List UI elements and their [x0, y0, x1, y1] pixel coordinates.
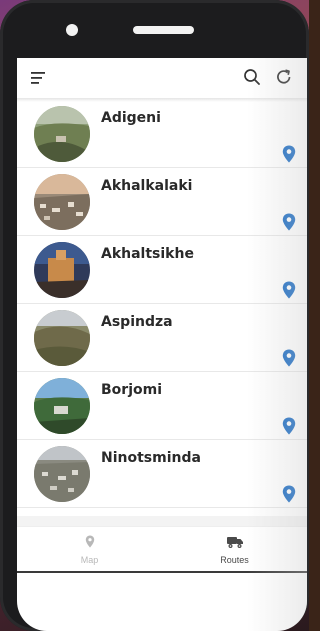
bottom-tab-bar: Map Routes — [17, 526, 307, 573]
phone-frame: Adigeni Akhalkalaki Akhaltsikhe Aspindza… — [0, 0, 309, 631]
speaker-bar — [133, 26, 194, 34]
location-name: Ninotsminda — [101, 450, 201, 466]
tab-map-label: Map — [80, 555, 99, 565]
map-pin-icon[interactable] — [282, 281, 296, 299]
tab-routes-label: Routes — [220, 555, 249, 565]
list-item[interactable]: Aspindza — [17, 304, 307, 372]
map-pin-icon — [85, 535, 94, 548]
list-item[interactable]: Ninotsminda — [17, 440, 307, 508]
list-item[interactable]: Akhalkalaki — [17, 168, 307, 236]
map-pin-icon[interactable] — [282, 145, 296, 163]
location-name: Akhaltsikhe — [101, 246, 194, 262]
map-pin-icon[interactable] — [282, 417, 296, 435]
location-thumbnail — [34, 446, 90, 502]
locations-list: Adigeni Akhalkalaki Akhaltsikhe Aspindza… — [17, 100, 307, 508]
list-item[interactable]: Akhaltsikhe — [17, 236, 307, 304]
location-name: Borjomi — [101, 382, 162, 398]
tab-map[interactable]: Map — [17, 527, 162, 571]
app-screen: Adigeni Akhalkalaki Akhaltsikhe Aspindza… — [17, 58, 307, 631]
location-name: Aspindza — [101, 314, 173, 330]
list-item[interactable]: Adigeni — [17, 100, 307, 168]
map-pin-icon[interactable] — [282, 349, 296, 367]
list-footer-spacer — [17, 516, 307, 526]
location-thumbnail — [34, 106, 90, 162]
location-name: Adigeni — [101, 110, 161, 126]
refresh-icon[interactable] — [275, 68, 293, 86]
list-item[interactable]: Borjomi — [17, 372, 307, 440]
location-name: Akhalkalaki — [101, 178, 193, 194]
menu-icon[interactable] — [31, 71, 47, 85]
map-pin-icon[interactable] — [282, 213, 296, 231]
camera-dot — [66, 24, 78, 36]
map-pin-icon[interactable] — [282, 485, 296, 503]
location-thumbnail — [34, 310, 90, 366]
search-icon[interactable] — [243, 68, 261, 86]
tab-routes[interactable]: Routes — [162, 527, 307, 571]
location-thumbnail — [34, 242, 90, 298]
app-toolbar — [17, 58, 307, 98]
location-thumbnail — [34, 174, 90, 230]
truck-icon — [226, 537, 243, 548]
location-thumbnail — [34, 378, 90, 434]
